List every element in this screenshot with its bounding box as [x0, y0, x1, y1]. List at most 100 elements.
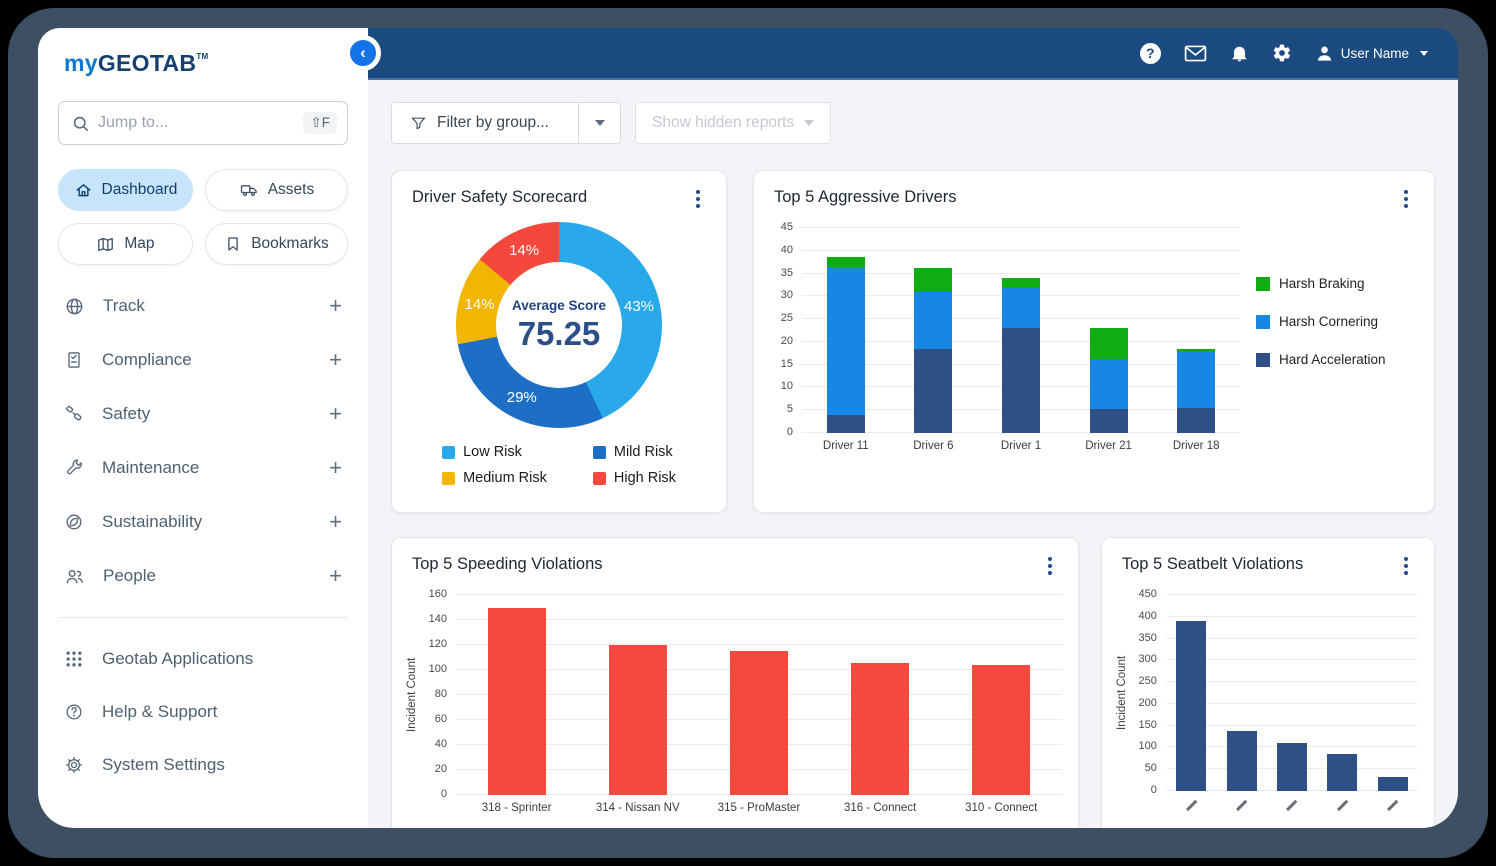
sidebar-item-dashboard[interactable]: Dashboard	[58, 169, 193, 211]
mail-icon[interactable]	[1184, 45, 1207, 62]
sidebar-item-sustainability[interactable]: Sustainability +	[38, 495, 368, 549]
card-title: Top 5 Speeding Violations	[412, 555, 603, 574]
plot-area-wrap: Driver 11Driver 6Driver 1Driver 21Driver…	[802, 228, 1240, 452]
kebab-menu-icon[interactable]	[690, 188, 706, 210]
filter-bar: Filter by group... Show hidden reports	[391, 102, 1435, 144]
bar-segment[interactable]	[827, 415, 865, 433]
bar-segment[interactable]	[1002, 288, 1040, 328]
bar-segment[interactable]	[1177, 352, 1215, 408]
bar[interactable]	[609, 645, 667, 795]
legend-label: Hard Acceleration	[1279, 352, 1386, 367]
bar-segment[interactable]	[1002, 278, 1040, 288]
expand-plus-icon[interactable]: +	[329, 509, 342, 535]
sidebar-item-system-settings[interactable]: System Settings	[38, 738, 368, 791]
expand-plus-icon[interactable]: +	[329, 563, 342, 589]
sidebar-item-track[interactable]: Track +	[38, 279, 368, 333]
x-axis-labels: Driver 11Driver 6Driver 1Driver 21Driver…	[802, 440, 1240, 452]
show-hidden-reports-label: Show hidden reports	[652, 114, 794, 132]
sidebar-item-geotab-applications[interactable]: Geotab Applications	[38, 632, 368, 685]
sidebar-item-people[interactable]: People +	[38, 549, 368, 603]
bar-segment[interactable]	[1090, 328, 1128, 359]
bar[interactable]	[730, 651, 788, 795]
legend-swatch	[442, 472, 455, 485]
bar[interactable]	[1227, 731, 1257, 791]
y-tick-label: 0	[441, 788, 447, 800]
help-icon[interactable]: ?	[1140, 43, 1161, 64]
y-axis-title: Incident Count	[404, 595, 420, 795]
legend-item: Low Risk	[442, 444, 547, 460]
legend-swatch	[593, 446, 606, 459]
nav-label: People	[103, 566, 311, 586]
driver-safety-scorecard-card: Driver Safety Scorecard 43%29%14%14%Aver…	[391, 170, 727, 513]
bar[interactable]	[1176, 621, 1206, 791]
x-tick-label: Driver 11	[802, 440, 890, 452]
aggressive-drivers-stacked-bar-chart[interactable]: 051015202530354045Driver 11Driver 6Drive…	[754, 214, 1256, 452]
y-tick-label: 40	[435, 738, 447, 750]
bar-slot	[890, 228, 978, 433]
expand-plus-icon[interactable]: +	[329, 293, 342, 319]
expand-plus-icon[interactable]: +	[329, 455, 342, 481]
bar[interactable]	[914, 268, 952, 433]
donut-center: Average Score75.25	[496, 262, 622, 388]
y-tick-label: 25	[781, 312, 793, 324]
sidebar-item-map[interactable]: Map	[58, 223, 193, 265]
y-tick-label: 15	[781, 358, 793, 370]
bar[interactable]	[851, 663, 909, 796]
bar-segment[interactable]	[914, 268, 952, 292]
bar[interactable]	[1090, 328, 1128, 433]
sidebar-item-bookmarks[interactable]: Bookmarks	[205, 223, 348, 265]
speeding-violations-bar-chart[interactable]: Incident Count020406080100120140160318 -…	[392, 581, 1078, 814]
y-axis-ticks: 020406080100120140160	[420, 595, 456, 795]
sidebar-collapse-button[interactable]: ‹	[345, 35, 381, 71]
bar[interactable]	[972, 665, 1030, 795]
bar-segment[interactable]	[914, 349, 952, 433]
plot-area-wrap: 318 - Sprinter314 - Nissan NV315 - ProMa…	[456, 595, 1062, 814]
filter-caret-button[interactable]	[578, 103, 620, 143]
bar[interactable]	[827, 257, 865, 433]
y-axis-ticks: 050100150200250300350400450	[1130, 595, 1166, 791]
sidebar-item-help-support[interactable]: Help & Support	[38, 685, 368, 738]
caret-down-icon	[595, 120, 605, 126]
nav-label: Maintenance	[102, 458, 311, 478]
filter-by-group-dropdown[interactable]: Filter by group...	[391, 102, 621, 144]
bar[interactable]	[1002, 278, 1040, 433]
jump-to-search-box[interactable]: ⇧F	[58, 101, 348, 145]
x-tick-label: 316 - Connect	[820, 802, 941, 814]
y-tick-label: 20	[781, 335, 793, 347]
bar[interactable]	[1177, 349, 1215, 433]
search-input[interactable]	[98, 114, 295, 132]
y-tick-label: 400	[1139, 610, 1157, 622]
expand-plus-icon[interactable]: +	[329, 347, 342, 373]
bar[interactable]	[1327, 754, 1357, 791]
kebab-menu-icon[interactable]	[1042, 555, 1058, 577]
bar-segment[interactable]	[827, 257, 865, 267]
user-menu[interactable]: User Name	[1315, 44, 1428, 63]
gear-icon[interactable]	[1272, 43, 1292, 63]
show-hidden-reports-dropdown[interactable]: Show hidden reports	[635, 102, 831, 144]
sidebar-item-maintenance[interactable]: Maintenance +	[38, 441, 368, 495]
bar[interactable]	[1378, 777, 1408, 791]
kebab-menu-icon[interactable]	[1398, 188, 1414, 210]
bar[interactable]	[488, 608, 546, 796]
bell-icon[interactable]	[1230, 43, 1249, 64]
legend-label: High Risk	[614, 470, 676, 486]
bar-segment[interactable]	[1002, 328, 1040, 433]
bar-segment[interactable]	[827, 267, 865, 415]
seatbelt-violations-bar-chart[interactable]: Incident Count05010015020025030035040045…	[1102, 581, 1434, 807]
bar-segment[interactable]	[1177, 408, 1215, 434]
legend-swatch	[1256, 277, 1270, 291]
sidebar-item-compliance[interactable]: Compliance +	[38, 333, 368, 387]
expand-plus-icon[interactable]: +	[329, 401, 342, 427]
x-tick-label	[1216, 798, 1266, 807]
y-tick-label: 0	[787, 426, 793, 438]
sidebar-item-safety[interactable]: Safety +	[38, 387, 368, 441]
driver-safety-donut-chart[interactable]: 43%29%14%14%Average Score75.25	[456, 222, 662, 428]
sidebar-item-assets[interactable]: Assets	[205, 169, 348, 211]
bar[interactable]	[1277, 743, 1307, 791]
kebab-menu-icon[interactable]	[1398, 555, 1414, 577]
bar-segment[interactable]	[914, 292, 952, 349]
legend-swatch	[442, 446, 455, 459]
y-tick-label: 200	[1139, 697, 1157, 709]
bar-segment[interactable]	[1090, 359, 1128, 409]
bar-segment[interactable]	[1090, 409, 1128, 433]
